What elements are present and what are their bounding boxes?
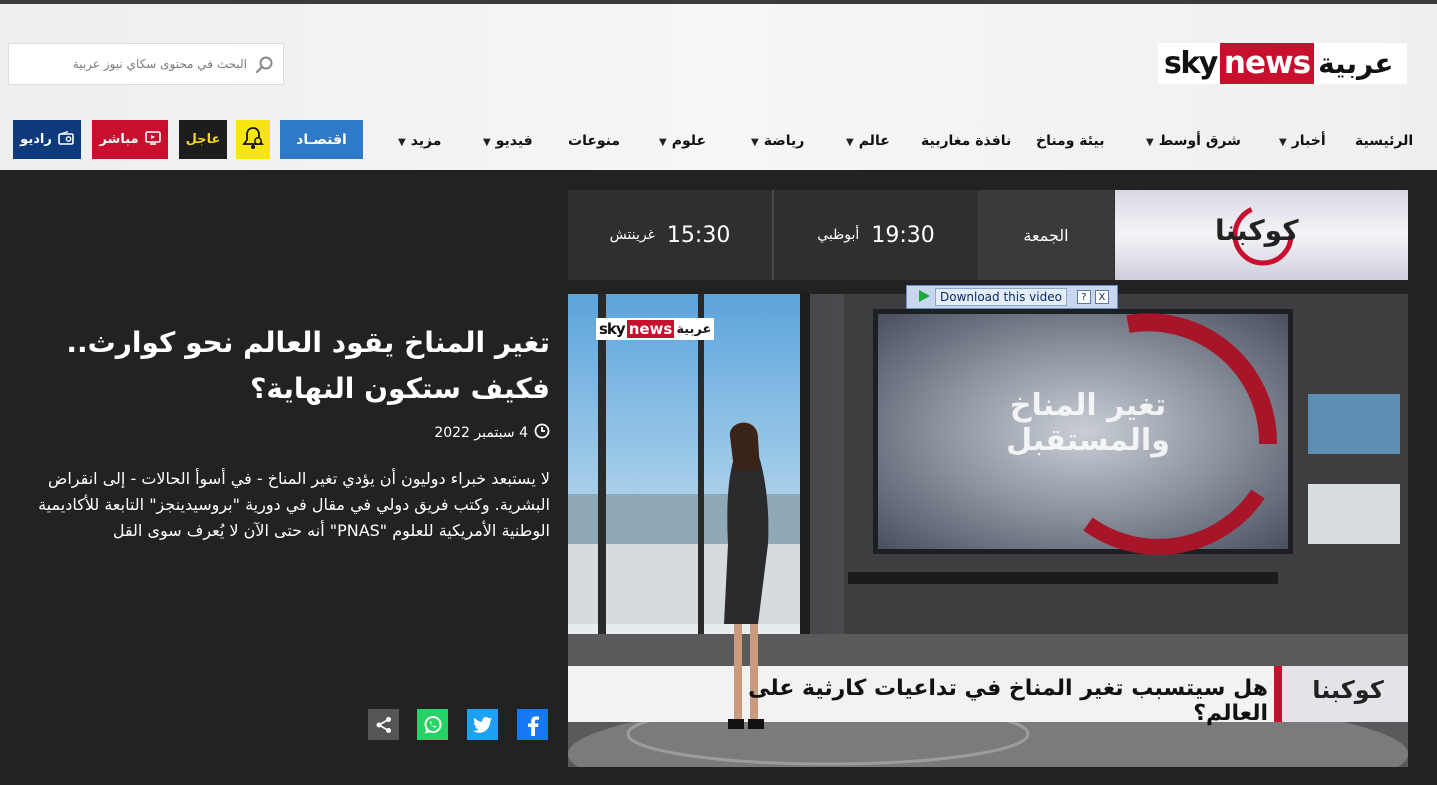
video-screen-title: تغير المناخ والمستقبل (1006, 388, 1170, 458)
help-button[interactable]: ? (1076, 290, 1091, 304)
economy-button[interactable]: اقتصـاد (280, 120, 363, 159)
search-input[interactable] (9, 44, 251, 84)
article-date-row: 4 سبتمبر 2022 (300, 423, 550, 443)
nav-science[interactable]: علوم▼ (659, 131, 706, 153)
alerts-button[interactable] (236, 120, 270, 159)
schedule-slot-gmt: 15:30 غرينتش (568, 190, 772, 280)
nav-misc[interactable]: منوعات (568, 131, 620, 151)
nav-news[interactable]: أخبار▼ (1279, 131, 1326, 153)
nav-home[interactable]: الرئيسية (1355, 131, 1413, 151)
nav-maghreb[interactable]: نافذة مغاربية (921, 131, 1011, 151)
bell-gear-icon (240, 125, 266, 155)
radio-label: راديو (20, 132, 52, 147)
day-label: الجمعة (1023, 225, 1069, 245)
headline-line-2: فكيف ستكون النهاية؟ (250, 372, 550, 405)
download-video-button[interactable]: Download this video (935, 288, 1067, 306)
slot-zone: أبوظبي (817, 227, 860, 243)
video-logo-news: news (626, 320, 675, 338)
article-summary: لا يستبعد خبراء دوليون أن يؤدي تغير المن… (38, 469, 550, 540)
logo-news-text: news (1219, 43, 1315, 84)
tv-icon (144, 130, 161, 149)
show-logo-text: كوكبنا (1215, 214, 1299, 247)
chevron-down-icon: ▼ (398, 137, 406, 148)
show-schedule: 15:30 غرينتش 19:30 أبوظبي الجمعة كوكبنا (568, 190, 1408, 280)
play-icon (917, 289, 931, 306)
chevron-down-icon: ▼ (1279, 137, 1287, 148)
video-logo-sky: sky (599, 320, 626, 338)
logo-sky-text: sky (1164, 46, 1218, 81)
nav-middle-east[interactable]: شرق أوسط▼ (1146, 131, 1241, 153)
live-button[interactable]: مباشر (92, 120, 168, 159)
radio-button[interactable]: راديو (13, 120, 81, 159)
video-lower-third: هل سيتسبب تغير المناخ في تداعيات كارثية … (748, 676, 1268, 726)
nav-video[interactable]: فيديو▼ (483, 131, 533, 153)
chevron-down-icon: ▼ (846, 137, 854, 148)
chevron-down-icon: ▼ (483, 137, 491, 148)
close-icon[interactable]: X (1094, 290, 1109, 304)
schedule-slot-abudhabi: 19:30 أبوظبي (774, 190, 978, 280)
site-logo[interactable]: sky news عربية (1158, 43, 1407, 84)
nav-world[interactable]: عالم▼ (846, 131, 890, 153)
urgent-label: عاجل (185, 132, 221, 147)
download-video-bar: Download this video ? X (906, 285, 1118, 309)
share-icon[interactable] (368, 709, 399, 740)
nav-sports[interactable]: رياضة▼ (751, 131, 804, 153)
search-box (8, 43, 284, 85)
video-channel-logo: sky news عربية (596, 318, 715, 340)
video-player[interactable]: sky news عربية تغير المناخ والمستقبل هل … (568, 294, 1408, 767)
chevron-down-icon: ▼ (751, 137, 759, 148)
search-icon[interactable] (255, 55, 275, 75)
chevron-down-icon: ▼ (1146, 137, 1154, 148)
video-show-logo: كوكبنا (1312, 676, 1384, 704)
video-logo-arabic: عربية (676, 321, 712, 337)
economy-label: اقتصـاد (296, 131, 347, 148)
radio-icon (58, 130, 74, 149)
logo-arabic-text: عربية (1318, 47, 1394, 80)
live-label: مباشر (99, 132, 139, 147)
nav-environment[interactable]: بيئة ومناخ (1036, 131, 1104, 151)
schedule-day: الجمعة (978, 190, 1114, 280)
article-date: 4 سبتمبر 2022 (434, 425, 528, 441)
whatsapp-icon[interactable] (417, 709, 448, 740)
headline-line-1: تغير المناخ يقود العالم نحو كوارث.. (66, 326, 550, 359)
slot-zone: غرينتش (609, 227, 655, 243)
slot-time: 19:30 (871, 222, 935, 248)
chevron-down-icon: ▼ (659, 137, 667, 148)
clock-icon (534, 423, 550, 443)
nav-more[interactable]: مزيد▼ (398, 131, 441, 153)
show-thumbnail[interactable]: كوكبنا (1115, 190, 1408, 280)
urgent-button[interactable]: عاجل (179, 120, 227, 159)
facebook-icon[interactable] (517, 709, 548, 740)
slot-time: 15:30 (666, 222, 731, 248)
twitter-icon[interactable] (467, 709, 498, 740)
article-headline: تغير المناخ يقود العالم نحو كوارث.. فكيف… (30, 320, 550, 412)
